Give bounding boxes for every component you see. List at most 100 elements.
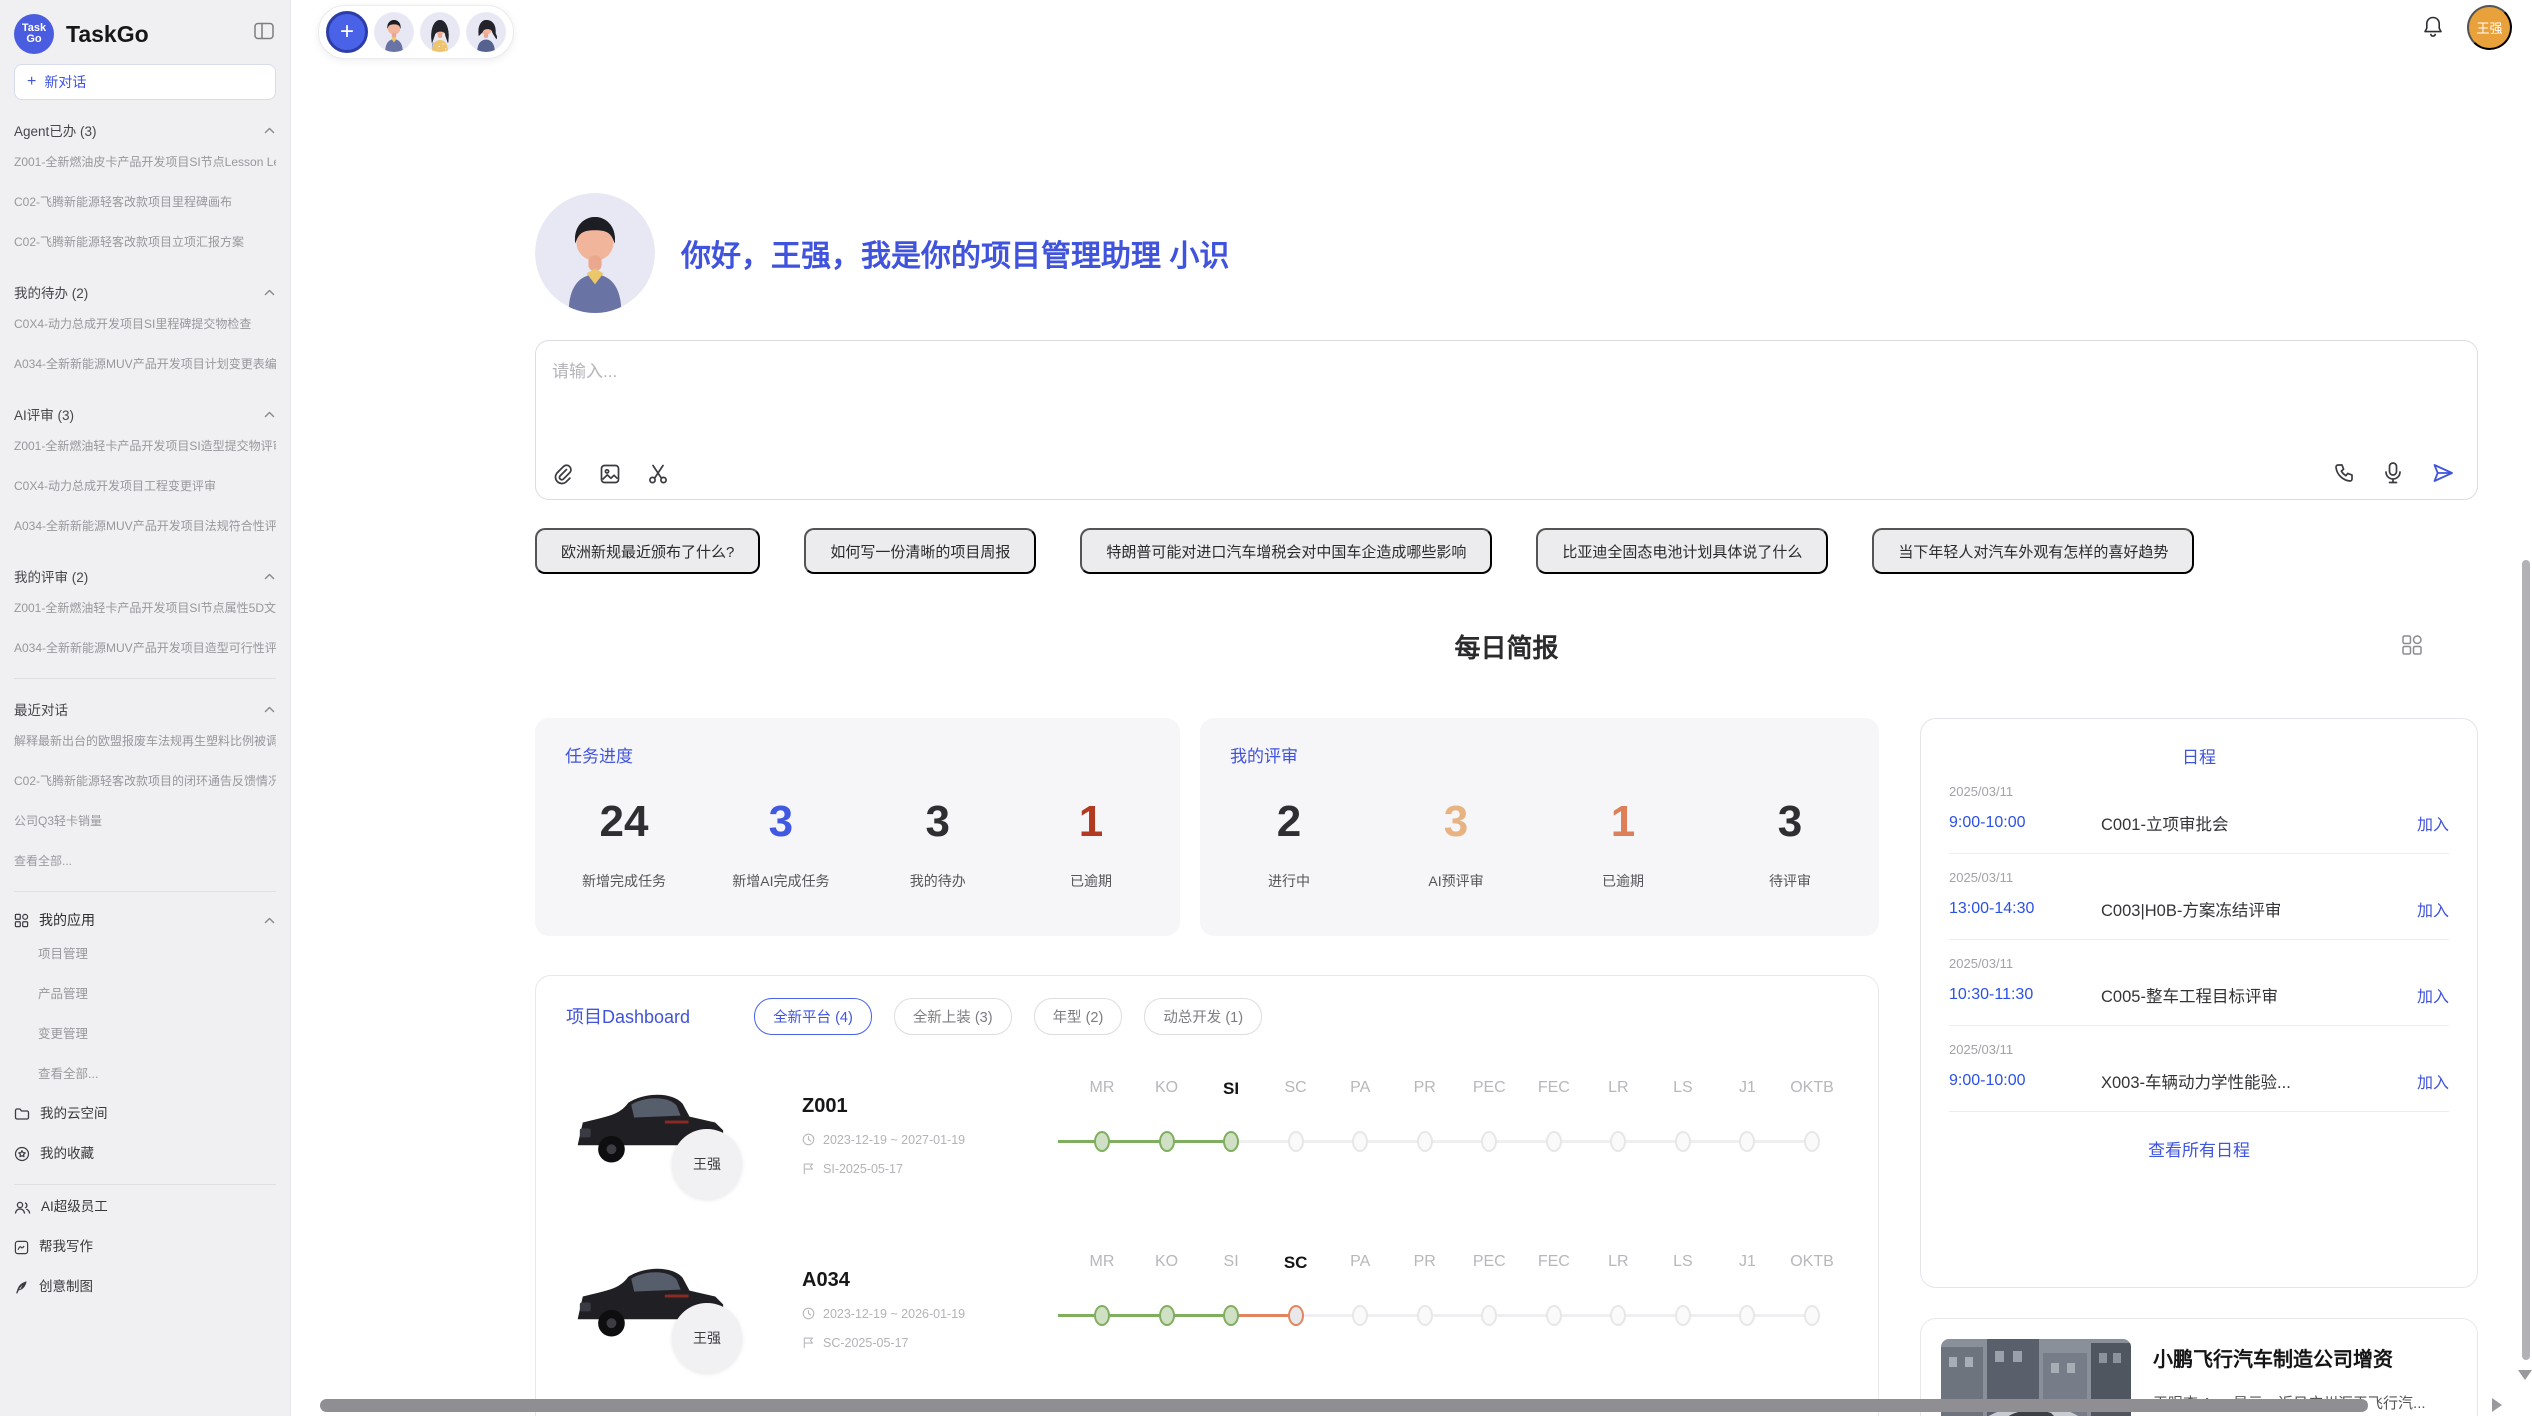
milestone-segment — [1747, 1140, 1812, 1143]
event-time: 13:00-14:30 — [1949, 900, 2101, 918]
recent-conversation-item[interactable]: 公司Q3轻卡销量 — [14, 801, 276, 841]
milestone-node-LS — [1675, 1305, 1691, 1326]
dashboard-header: 项目Dashboard 全新平台 (4)全新上装 (3)年型 (2)动总开发 (… — [566, 996, 1848, 1036]
sidebar-task-item[interactable]: C0X4-动力总成开发项目SI里程碑提交物检查 — [14, 304, 276, 344]
image-icon[interactable] — [599, 463, 621, 485]
stat-value: 1 — [1046, 797, 1136, 847]
stat-cards-row: 任务进度24新增完成任务3新增AI完成任务3我的待办1已逾期我的评审2进行中3A… — [535, 718, 1879, 936]
join-event-button[interactable]: 加入 — [2417, 811, 2449, 835]
app-item[interactable]: 项目管理 — [14, 934, 276, 974]
milestone-node-SC — [1288, 1305, 1304, 1326]
recent-conversation-item[interactable]: 解释最新出台的欧盟报废车法规再生塑料比例被调至15%... — [14, 721, 276, 761]
attach-icon[interactable] — [552, 463, 573, 485]
view-all-apps-link[interactable]: 查看全部... — [14, 1054, 276, 1094]
sidebar-section-header-3[interactable]: 我的评审 (2) — [14, 564, 276, 588]
stat-label: 已逾期 — [1578, 871, 1668, 891]
suggestion-chip[interactable]: 如何写一份清晰的项目周报 — [804, 528, 1036, 574]
join-event-button[interactable]: 加入 — [2417, 1069, 2449, 1093]
schedule-event: 2025/03/119:00-10:00X003-车辆动力学性能验...加入 — [1949, 1026, 2449, 1112]
stat-label: 我的待办 — [893, 871, 983, 891]
chat-input[interactable] — [552, 357, 2461, 427]
sidebar-tool-item[interactable]: AI超级员工 — [14, 1187, 276, 1227]
stat-cell: 2进行中 — [1244, 797, 1334, 891]
view-all-conversations-link[interactable]: 查看全部... — [14, 841, 276, 881]
man-avatar[interactable] — [374, 12, 414, 52]
app-item[interactable]: 变更管理 — [14, 1014, 276, 1054]
dashboard-tab[interactable]: 动总开发 (1) — [1144, 998, 1262, 1035]
join-event-button[interactable]: 加入 — [2417, 897, 2449, 921]
scroll-down-arrow-icon[interactable] — [2518, 1370, 2532, 1380]
briefing-header: 每日简报 — [535, 628, 2478, 665]
sidebar-item-star-badge[interactable]: 我的收藏 — [14, 1134, 276, 1174]
schedule-card: 日程 2025/03/119:00-10:00C001-立项审批会加入2025/… — [1920, 718, 2478, 1288]
layout-grid-icon[interactable] — [2401, 634, 2423, 659]
sidebar-section-header-0[interactable]: Agent已办 (3) — [14, 118, 276, 142]
add-assistant-button[interactable]: + — [326, 11, 368, 53]
send-icon[interactable] — [2431, 461, 2455, 485]
project-dates: 2023-12-19 ~ 2027-01-19 — [802, 1133, 1042, 1147]
scissors-icon[interactable] — [647, 463, 669, 485]
milestone-label-FEC: FEC — [1538, 1079, 1570, 1097]
milestone-label-J1: J1 — [1739, 1253, 1756, 1271]
milestone-label-SC: SC — [1284, 1253, 1308, 1273]
event-line: 13:00-14:30C003|H0B-方案冻结评审加入 — [1949, 897, 2449, 921]
people-icon — [14, 1200, 31, 1215]
app-item[interactable]: 产品管理 — [14, 974, 276, 1014]
suggestion-chip[interactable]: 特朗普可能对进口汽车增税会对中国车企造成哪些影响 — [1080, 528, 1492, 574]
event-date: 2025/03/11 — [1949, 870, 2449, 885]
event-title: X003-车辆动力学性能验... — [2101, 1069, 2417, 1093]
woman-avatar[interactable] — [420, 12, 460, 52]
view-all-schedule-link[interactable]: 查看所有日程 — [2148, 1136, 2250, 1161]
milestone-segment — [1554, 1314, 1619, 1317]
suggestion-chip[interactable]: 比亚迪全固态电池计划具体说了什么 — [1536, 528, 1828, 574]
scroll-right-arrow-icon[interactable] — [2492, 1398, 2502, 1412]
chevron-up-icon — [263, 914, 276, 927]
sidebar-task-item[interactable]: C02-飞腾新能源轻客改款项目里程碑画布 — [14, 182, 276, 222]
sidebar-section-header-2[interactable]: AI评审 (3) — [14, 402, 276, 426]
app-screen: Task Go TaskGo + 新对话 Agent已办 (3)Z001-全新燃… — [0, 0, 2532, 1416]
sidebar-task-item[interactable]: Z001-全新燃油轻卡产品开发项目SI造型提交物评审 — [14, 426, 276, 466]
suggestion-chip[interactable]: 欧洲新规最近颁布了什么? — [535, 528, 760, 574]
milestone-node-LS — [1675, 1131, 1691, 1152]
sidebar-task-item[interactable]: Z001-全新燃油轻卡产品开发项目SI节点属性5D文件评审 — [14, 588, 276, 628]
stat-cell: 3我的待办 — [893, 797, 983, 891]
microphone-icon[interactable] — [2383, 461, 2403, 485]
item-label: 我的收藏 — [40, 1134, 94, 1174]
sidebar-apps-header[interactable]: 我的应用 — [14, 906, 276, 934]
dashboard-tab[interactable]: 全新上装 (3) — [894, 998, 1012, 1035]
milestone-segment — [1102, 1140, 1167, 1143]
user-avatar[interactable]: 王强 — [2467, 5, 2512, 50]
join-event-button[interactable]: 加入 — [2417, 983, 2449, 1007]
sidebar-task-item[interactable]: C0X4-动力总成开发项目工程变更评审 — [14, 466, 276, 506]
new-chat-button[interactable]: + 新对话 — [14, 64, 276, 100]
milestone-label-MR: MR — [1090, 1253, 1115, 1271]
stat-cell: 3AI预评审 — [1411, 797, 1501, 891]
dashboard-tab[interactable]: 全新平台 (4) — [754, 998, 872, 1035]
owner-name: 王强 — [693, 1328, 721, 1348]
sidebar-task-item[interactable]: A034-全新新能源MUV产品开发项目法规符合性评审 — [14, 506, 276, 546]
milestone-node-PEC — [1481, 1131, 1497, 1152]
notification-bell-icon[interactable] — [2421, 14, 2445, 43]
sidebar-tool-item[interactable]: 帮我写作 — [14, 1227, 276, 1267]
sidebar-task-item[interactable]: C02-飞腾新能源轻客改款项目立项汇报方案 — [14, 222, 276, 262]
project-row-Z001[interactable]: 王强Z0012023-12-19 ~ 2027-01-19SI-2025-05-… — [566, 1060, 1848, 1210]
sidebar-tool-item[interactable]: 创意制图 — [14, 1267, 276, 1307]
sidebar-recent-header[interactable]: 最近对话 — [14, 697, 276, 721]
sidebar-collapse-icon[interactable] — [254, 22, 274, 43]
milestone-node-PA — [1352, 1305, 1368, 1326]
sidebar-section-header-1[interactable]: 我的待办 (2) — [14, 280, 276, 304]
woman2-avatar[interactable] — [466, 12, 506, 52]
vertical-scrollbar[interactable] — [2522, 560, 2530, 1360]
phone-icon[interactable] — [2333, 462, 2355, 484]
dashboard-tab[interactable]: 年型 (2) — [1034, 998, 1123, 1035]
horizontal-scrollbar[interactable] — [320, 1399, 2368, 1412]
sidebar-task-item[interactable]: Z001-全新燃油皮卡产品开发项目SI节点Lesson Learn报告 — [14, 142, 276, 182]
sidebar-item-folder[interactable]: 我的云空间 — [14, 1094, 276, 1134]
sidebar-task-item[interactable]: A034-全新新能源MUV产品开发项目造型可行性评审 — [14, 628, 276, 668]
sidebar-task-item[interactable]: A034-全新新能源MUV产品开发项目计划变更表编写 — [14, 344, 276, 384]
sidebar-header: Task Go TaskGo — [14, 10, 276, 58]
project-row-A034[interactable]: 王强A0342023-12-19 ~ 2026-01-19SC-2025-05-… — [566, 1234, 1848, 1384]
suggestion-chip[interactable]: 当下年轻人对汽车外观有怎样的喜好趋势 — [1872, 528, 2194, 574]
recent-conversation-item[interactable]: C02-飞腾新能源轻客改款项目的闭环通告反馈情况 — [14, 761, 276, 801]
item-label: 帮我写作 — [39, 1227, 93, 1267]
